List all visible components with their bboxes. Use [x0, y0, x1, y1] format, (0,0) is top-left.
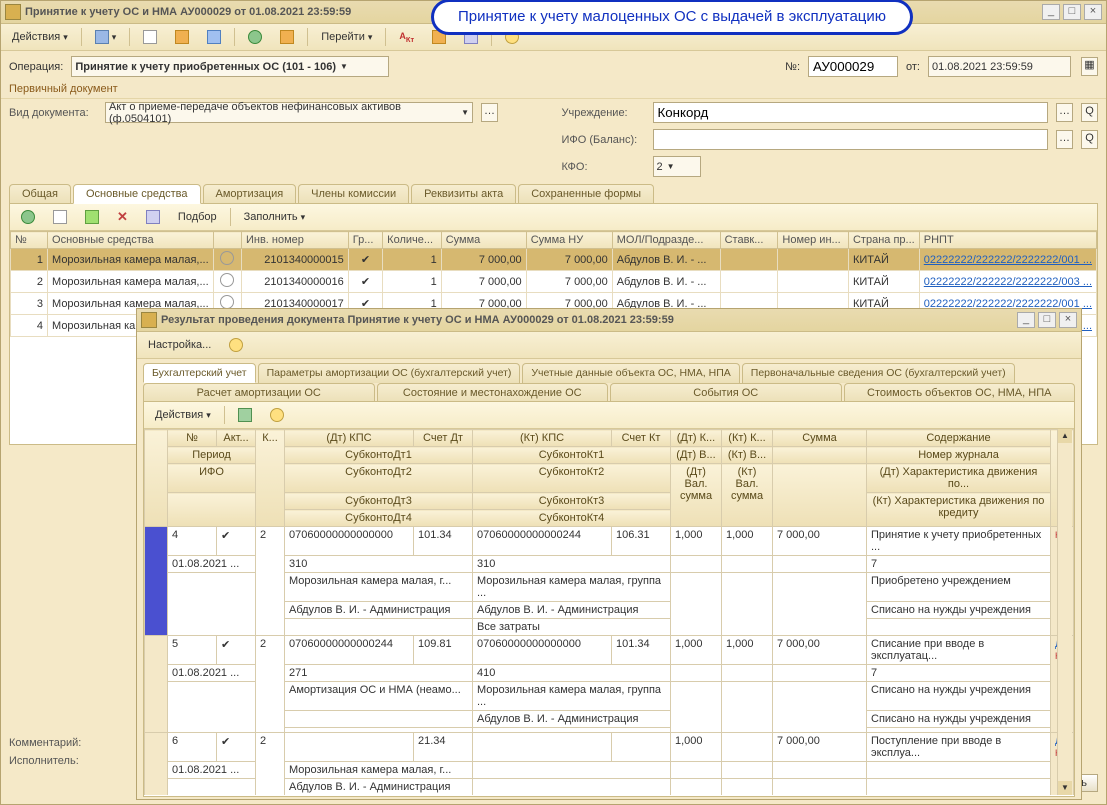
scroll-down[interactable]: ▼: [1058, 781, 1072, 795]
main-tabs: Общая Основные средства Амортизация Член…: [1, 180, 1106, 204]
doc-type-select[interactable]: Акт о приеме-передаче объектов нефинансо…: [105, 102, 473, 123]
window-icon: [5, 4, 21, 20]
asset-row[interactable]: 2Морозильная камера малая,...21013400000…: [11, 271, 1097, 293]
result-minimize[interactable]: _: [1017, 312, 1035, 328]
tool-icon-3[interactable]: [200, 27, 228, 47]
callout-annotation: Принятие к учету малоценных ОС с выдачей…: [431, 0, 913, 35]
tab-commission[interactable]: Члены комиссии: [298, 184, 409, 204]
edit-row-button[interactable]: [78, 207, 106, 227]
asset-row[interactable]: 1Морозильная камера малая,...21013400000…: [11, 249, 1097, 271]
result-window: Результат проведения документа Принятие …: [136, 308, 1082, 800]
operation-select[interactable]: Принятие к учету приобретенных ОС (101 -…: [71, 56, 389, 77]
tab-assets[interactable]: Основные средства: [73, 184, 201, 204]
org-search[interactable]: Q: [1081, 103, 1098, 122]
col-cardno[interactable]: Номер ин...: [778, 232, 849, 249]
col-mol[interactable]: МОЛ/Подразде...: [612, 232, 720, 249]
col-n[interactable]: №: [11, 232, 48, 249]
rnpt-link[interactable]: 02222222/222222/2222222/003 ...: [924, 276, 1092, 288]
sub-help-button[interactable]: [263, 405, 291, 425]
list-button[interactable]: [139, 207, 167, 227]
scroll-up[interactable]: ▲: [1058, 429, 1072, 443]
org-input[interactable]: [653, 102, 1049, 123]
result-close[interactable]: ×: [1059, 312, 1077, 328]
kfo-label: КФО:: [562, 161, 647, 173]
add-row-button[interactable]: [14, 207, 42, 227]
tab-bu[interactable]: Бухгалтерский учет: [143, 363, 256, 383]
help-button-2[interactable]: [222, 335, 250, 355]
tool-icon-5[interactable]: [273, 27, 301, 47]
col-sumnu[interactable]: Сумма НУ: [526, 232, 612, 249]
tool-icon-4[interactable]: [241, 27, 269, 47]
col-sum[interactable]: Сумма: [441, 232, 526, 249]
col-gr[interactable]: Гр...: [348, 232, 382, 249]
close-button[interactable]: ×: [1084, 4, 1102, 20]
ifo-lookup[interactable]: …: [1056, 130, 1073, 149]
number-label: №:: [785, 61, 800, 73]
sub-actions-menu[interactable]: Действия▾: [148, 406, 218, 424]
ifo-search[interactable]: Q: [1081, 130, 1098, 149]
minimize-button[interactable]: _: [1042, 4, 1060, 20]
goto-menu[interactable]: Перейти▾: [314, 28, 379, 46]
maximize-button[interactable]: □: [1063, 4, 1081, 20]
grid-scrollbar[interactable]: ▲ ▼: [1057, 429, 1072, 795]
rnpt-link[interactable]: 02222222/222222/2222222/001 ...: [924, 254, 1092, 266]
result-window-icon: [141, 312, 157, 328]
ifo-label: ИФО (Баланс):: [562, 134, 647, 146]
from-label: от:: [906, 61, 920, 73]
tab-amortparams[interactable]: Параметры амортизации ОС (бухгалтерский …: [258, 363, 521, 383]
col-asset[interactable]: Основные средства: [48, 232, 214, 249]
col-rnpt[interactable]: РНПТ: [919, 232, 1096, 249]
save-button[interactable]: ▾: [88, 27, 124, 47]
tab-act[interactable]: Реквизиты акта: [411, 184, 516, 204]
tab-data[interactable]: Учетные данные объекта ОС, НМА, НПА: [522, 363, 739, 383]
tool-icon-1[interactable]: [136, 27, 164, 47]
movement-row[interactable]: 6✔221.341,0007 000,00Поступление при вво…: [145, 733, 1074, 762]
tab-state[interactable]: Состояние и местонахождение ОС: [377, 383, 609, 402]
org-lookup[interactable]: …: [1056, 103, 1073, 122]
tool-akt-icon[interactable]: АКт: [392, 28, 421, 47]
tab-amortcalc[interactable]: Расчет амортизации ОС: [143, 383, 375, 402]
col-qty[interactable]: Количе...: [383, 232, 442, 249]
settings-button[interactable]: Настройка...: [141, 336, 218, 354]
col-country[interactable]: Страна пр...: [848, 232, 919, 249]
copy-row-button[interactable]: [46, 207, 74, 227]
refresh-button[interactable]: [231, 405, 259, 425]
tab-events[interactable]: События ОС: [610, 383, 842, 402]
actions-menu[interactable]: Действия▾: [5, 28, 75, 46]
tab-amort[interactable]: Амортизация: [203, 184, 297, 204]
kfo-select[interactable]: 2▼: [653, 156, 701, 177]
movement-row[interactable]: 5✔207060000000000244109.8107060000000000…: [145, 636, 1074, 665]
doc-type-label: Вид документа:: [9, 107, 99, 119]
select-button[interactable]: Подбор: [171, 208, 224, 226]
date-picker-button[interactable]: ▦: [1081, 57, 1098, 76]
number-input[interactable]: [808, 56, 898, 77]
ifo-input[interactable]: [653, 129, 1049, 150]
movements-grid: №Акт...К... (Дт) КПССчет Дт (Кт) КПССчет…: [144, 429, 1074, 795]
tab-saved[interactable]: Сохраненные формы: [518, 184, 654, 204]
primary-doc-header: Первичный документ: [1, 80, 1106, 99]
col-rate[interactable]: Ставк...: [720, 232, 778, 249]
tab-general[interactable]: Общая: [9, 184, 71, 204]
doc-type-lookup[interactable]: …: [481, 103, 498, 122]
col-inv[interactable]: Инв. номер: [241, 232, 348, 249]
fill-menu[interactable]: Заполнить▾: [237, 208, 313, 226]
tab-cost[interactable]: Стоимость объектов ОС, НМА, НПА: [844, 383, 1076, 402]
operation-label: Операция:: [9, 61, 63, 73]
tab-initial[interactable]: Первоначальные сведения ОС (бухгалтерски…: [742, 363, 1015, 383]
date-input[interactable]: 01.08.2021 23:59:59: [928, 56, 1071, 77]
org-label: Учреждение:: [562, 107, 647, 119]
result-maximize[interactable]: □: [1038, 312, 1056, 328]
movement-row[interactable]: 4✔207060000000000000101.3407060000000000…: [145, 527, 1074, 556]
delete-row-button[interactable]: ✕: [110, 206, 135, 228]
result-window-title: Результат проведения документа Принятие …: [161, 314, 1014, 326]
tool-icon-2[interactable]: [168, 27, 196, 47]
